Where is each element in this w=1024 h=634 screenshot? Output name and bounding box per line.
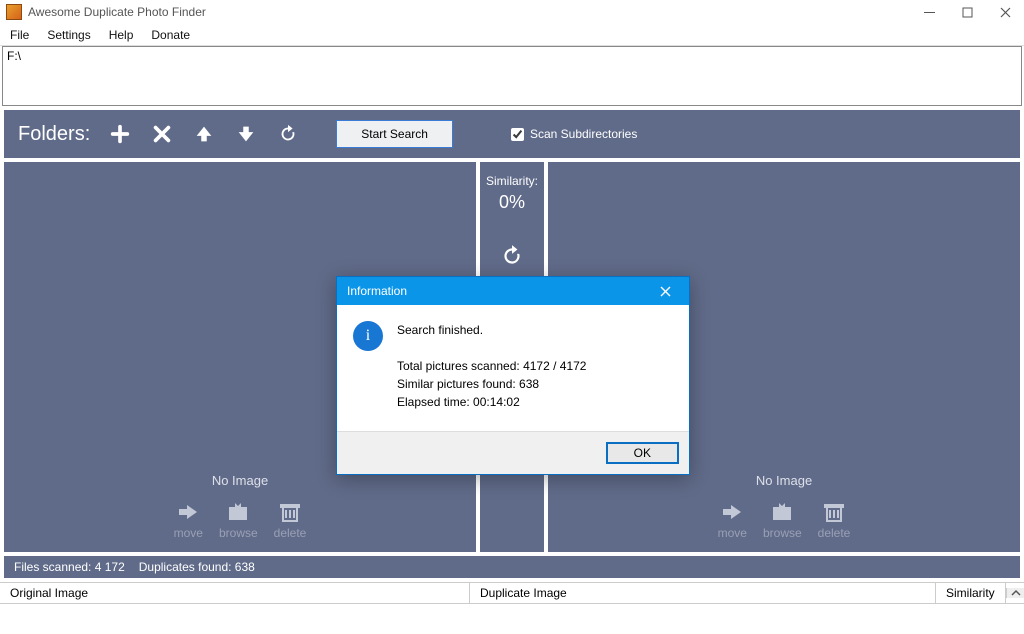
col-original[interactable]: Original Image (0, 583, 470, 603)
status-bar: Files scanned: 4 172 Duplicates found: 6… (4, 556, 1020, 578)
refresh-icon[interactable] (276, 122, 300, 146)
dialog-title: Information (347, 284, 651, 298)
dialog-line3: Similar pictures found: 638 (397, 375, 586, 393)
window-title: Awesome Duplicate Photo Finder (28, 5, 910, 19)
scan-subdirectories-label: Scan Subdirectories (530, 127, 637, 141)
dialog-line1: Search finished. (397, 321, 586, 339)
rotate-icon[interactable] (499, 243, 525, 272)
similarity-label: Similarity: (486, 174, 538, 188)
browse-left-button[interactable]: browse (219, 500, 258, 540)
no-image-right: No Image (756, 473, 812, 488)
duplicates-found: Duplicates found: 638 (139, 560, 255, 574)
dialog-message: Search finished. Total pictures scanned:… (397, 321, 586, 411)
menu-settings[interactable]: Settings (47, 28, 90, 42)
result-column-headers: Original Image Duplicate Image Similarit… (0, 582, 1024, 604)
ok-button[interactable]: OK (606, 442, 679, 464)
minimize-button[interactable] (910, 0, 948, 24)
col-similarity[interactable]: Similarity (936, 583, 1006, 603)
folders-label: Folders: (18, 123, 90, 146)
dialog-line2: Total pictures scanned: 4172 / 4172 (397, 357, 586, 375)
similarity-value: 0% (499, 192, 525, 213)
scan-subdirectories-checkbox[interactable]: Scan Subdirectories (511, 127, 637, 141)
remove-folder-icon[interactable] (150, 122, 174, 146)
move-up-icon[interactable] (192, 122, 216, 146)
dialog-close-button[interactable] (651, 277, 679, 305)
dialog-line4: Elapsed time: 00:14:02 (397, 393, 586, 411)
scroll-up-button[interactable] (1006, 588, 1024, 598)
delete-left-button[interactable]: delete (274, 500, 307, 540)
dialog-titlebar[interactable]: Information (337, 277, 689, 305)
files-scanned: Files scanned: 4 172 (14, 560, 125, 574)
menu-help[interactable]: Help (109, 28, 134, 42)
col-duplicate[interactable]: Duplicate Image (470, 583, 936, 603)
menu-bar: File Settings Help Donate (0, 24, 1024, 46)
scan-subdirectories-input[interactable] (511, 128, 524, 141)
add-folder-icon[interactable] (108, 122, 132, 146)
no-image-left: No Image (212, 473, 268, 488)
menu-donate[interactable]: Donate (151, 28, 190, 42)
move-right-button[interactable]: move (718, 500, 747, 540)
information-dialog: Information i Search finished. Total pic… (336, 276, 690, 475)
maximize-button[interactable] (948, 0, 986, 24)
start-search-button[interactable]: Start Search (336, 120, 453, 148)
browse-right-button[interactable]: browse (763, 500, 802, 540)
app-icon (6, 4, 22, 20)
menu-file[interactable]: File (10, 28, 29, 42)
title-bar: Awesome Duplicate Photo Finder (0, 0, 1024, 24)
close-button[interactable] (986, 0, 1024, 24)
move-down-icon[interactable] (234, 122, 258, 146)
delete-right-button[interactable]: delete (818, 500, 851, 540)
move-left-button[interactable]: move (174, 500, 203, 540)
folders-list[interactable]: F:\ (2, 46, 1022, 106)
info-icon: i (353, 321, 383, 351)
toolbar: Folders: Start Search Scan Subdirectorie… (4, 110, 1020, 158)
